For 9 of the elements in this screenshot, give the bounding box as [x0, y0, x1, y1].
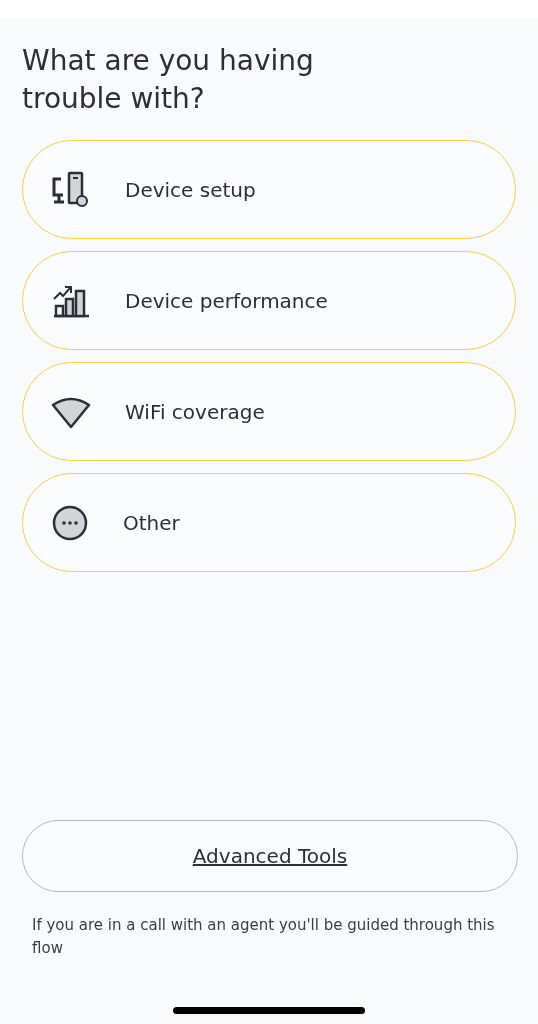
- option-button[interactable]: WiFi coverage: [22, 362, 516, 461]
- more-icon: [51, 503, 89, 542]
- advanced-tools-button[interactable]: Advanced Tools: [22, 820, 518, 892]
- agent-note: If you are in a call with an agent you'll be guided through this flow: [32, 915, 496, 959]
- option-button[interactable]: Device performance: [22, 251, 516, 350]
- devices-icon: [51, 170, 91, 209]
- option-button[interactable]: Device setup: [22, 140, 516, 239]
- option-button[interactable]: Other: [22, 473, 516, 572]
- page-title: What are you having trouble with?: [22, 43, 315, 117]
